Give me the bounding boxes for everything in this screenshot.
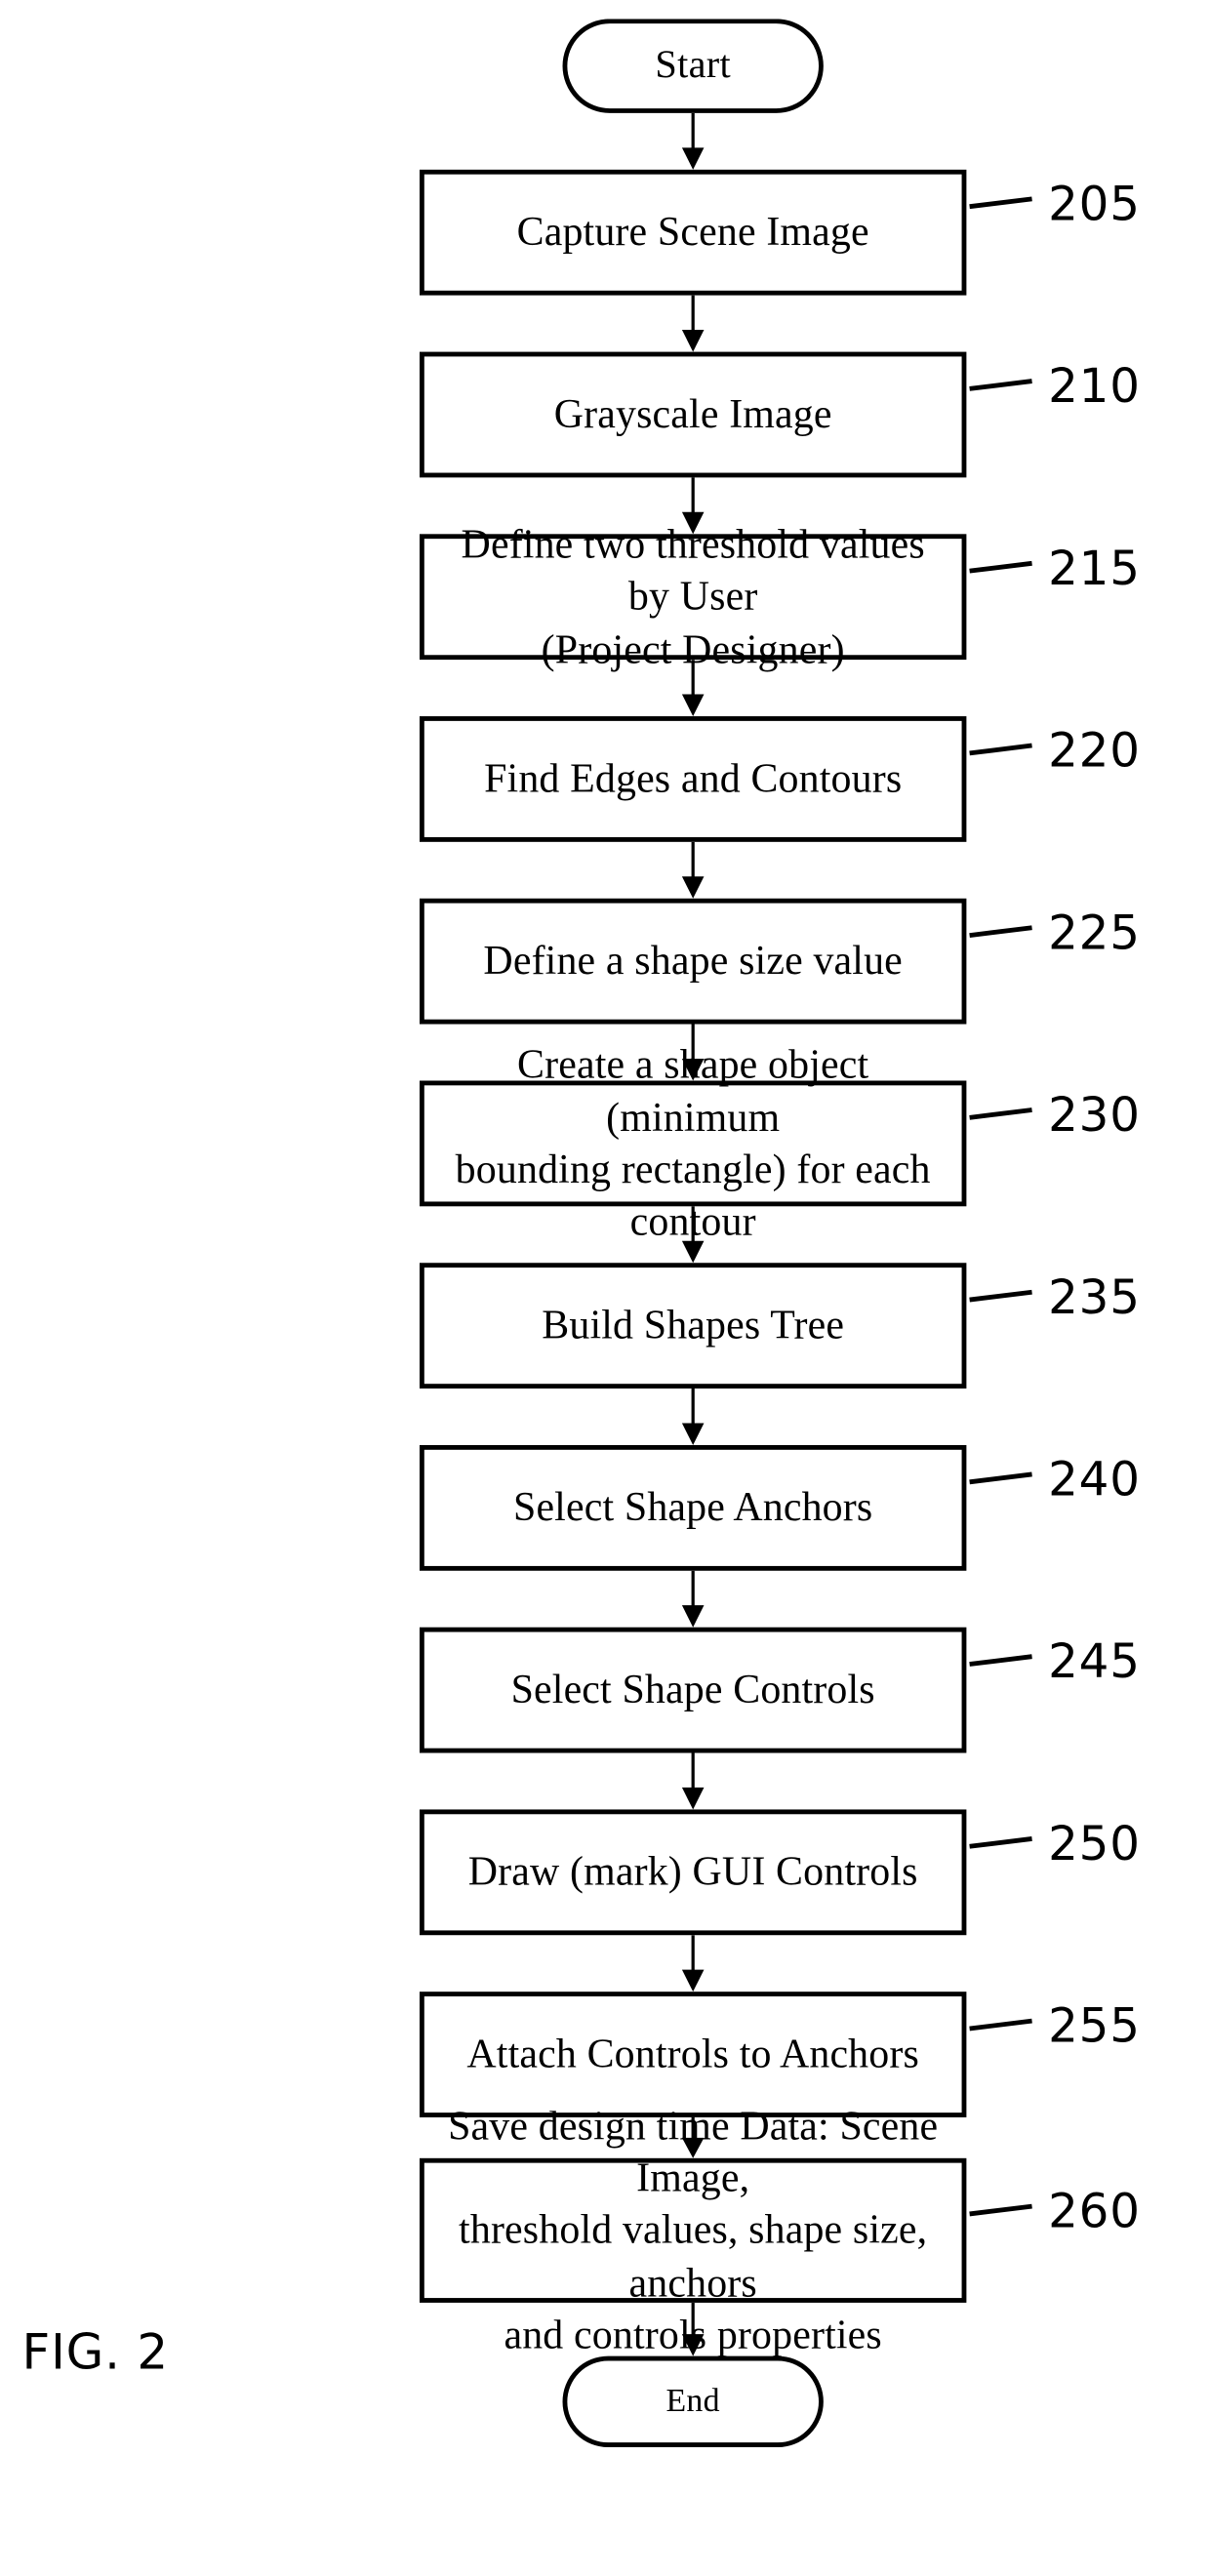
reference-leader-line: [969, 1470, 1032, 1484]
connector-235-to-240: [674, 1389, 712, 1445]
flowchart-node-start: Start: [562, 19, 824, 113]
start-node-label: Start: [655, 44, 732, 87]
step-230-label: Create a shape object (minimum bounding …: [455, 1042, 931, 1245]
reference-number-215: 215: [1048, 542, 1141, 597]
reference-leader-line: [969, 560, 1032, 573]
step-255-label: Attach Controls to Anchors: [466, 2031, 919, 2077]
step-250-label: Draw (mark) GUI Controls: [467, 1849, 918, 1895]
flowchart-step-210: Grayscale Image: [419, 351, 967, 478]
reference-leader-line: [969, 742, 1032, 755]
reference-callout-210: 210: [969, 359, 1141, 415]
reference-leader-line: [969, 2202, 1032, 2216]
reference-callout-230: 230: [969, 1088, 1141, 1144]
step-210-label: Grayscale Image: [553, 391, 832, 438]
step-245-label: Select Shape Controls: [510, 1667, 875, 1713]
connector-245-to-250: [674, 1752, 712, 1810]
reference-callout-240: 240: [969, 1453, 1141, 1509]
reference-callout-245: 245: [969, 1634, 1141, 1691]
reference-leader-line: [969, 1107, 1032, 1119]
step-235-label: Build Shapes Tree: [542, 1303, 845, 1348]
reference-leader-line: [969, 1835, 1032, 1848]
reference-callout-220: 220: [969, 724, 1141, 780]
reference-leader-line: [969, 1653, 1032, 1667]
step-260-label: Save design time Data: Scene Image, thre…: [448, 2103, 939, 2358]
connector-start-to-205: [674, 112, 712, 170]
reference-number-245: 245: [1048, 1634, 1141, 1691]
connector-240-to-245: [674, 1570, 712, 1628]
reference-callout-260: 260: [969, 2185, 1141, 2240]
connector-205-to-210: [674, 295, 712, 352]
reference-number-220: 220: [1048, 724, 1141, 780]
step-225-label: Define a shape size value: [483, 938, 903, 985]
flowchart-step-235: Build Shapes Tree: [419, 1263, 967, 1389]
flowchart-step-220: Find Edges and Contours: [419, 716, 967, 842]
end-node-label: End: [666, 2382, 720, 2420]
flowchart-step-225: Define a shape size value: [419, 898, 967, 1025]
flowchart-step-245: Select Shape Controls: [419, 1627, 967, 1753]
reference-number-240: 240: [1048, 1453, 1141, 1509]
reference-callout-215: 215: [969, 542, 1141, 597]
reference-leader-line: [969, 2017, 1032, 2031]
step-220-label: Find Edges and Contours: [484, 755, 903, 802]
reference-callout-250: 250: [969, 1817, 1141, 1872]
reference-number-205: 205: [1048, 177, 1141, 233]
reference-number-230: 230: [1048, 1088, 1141, 1144]
reference-callout-235: 235: [969, 1270, 1141, 1326]
reference-number-250: 250: [1048, 1817, 1141, 1872]
flowchart-step-230: Create a shape object (minimum bounding …: [419, 1042, 967, 1244]
reference-number-260: 260: [1048, 2185, 1141, 2240]
reference-leader-line: [969, 378, 1032, 391]
reference-callout-255: 255: [969, 1999, 1141, 2055]
figure-caption: FIG. 2: [21, 2324, 170, 2382]
step-205-label: Capture Scene Image: [516, 209, 869, 256]
flowchart-step-255: Attach Controls to Anchors: [419, 1992, 967, 2117]
flowchart-figure: 200 Start Capture Scene Image 205 Graysc…: [0, 0, 1210, 2576]
reference-callout-225: 225: [969, 906, 1141, 962]
flowchart-step-215: Define two threshold values by User (Pro…: [419, 522, 967, 671]
reference-number-225: 225: [1048, 906, 1141, 962]
connector-220-to-225: [674, 841, 712, 899]
reference-number-235: 235: [1048, 1270, 1141, 1326]
flowchart-step-205: Capture Scene Image: [419, 169, 967, 296]
connector-250-to-255: [674, 1935, 712, 1992]
reference-leader-line: [969, 195, 1032, 209]
step-240-label: Select Shape Anchors: [512, 1484, 873, 1531]
flowchart-step-250: Draw (mark) GUI Controls: [419, 1809, 967, 1936]
flowchart-node-end: End: [562, 2355, 824, 2447]
reference-number-255: 255: [1048, 1999, 1141, 2055]
reference-leader-line: [969, 1289, 1032, 1302]
reference-number-210: 210: [1048, 359, 1141, 415]
reference-leader-line: [969, 924, 1032, 938]
flowchart-step-240: Select Shape Anchors: [419, 1444, 967, 1571]
flowchart-step-260: Save design time Data: Scene Image, thre…: [419, 2103, 967, 2357]
step-215-label: Define two threshold values by User (Pro…: [461, 521, 925, 672]
reference-callout-205: 205: [969, 177, 1141, 233]
